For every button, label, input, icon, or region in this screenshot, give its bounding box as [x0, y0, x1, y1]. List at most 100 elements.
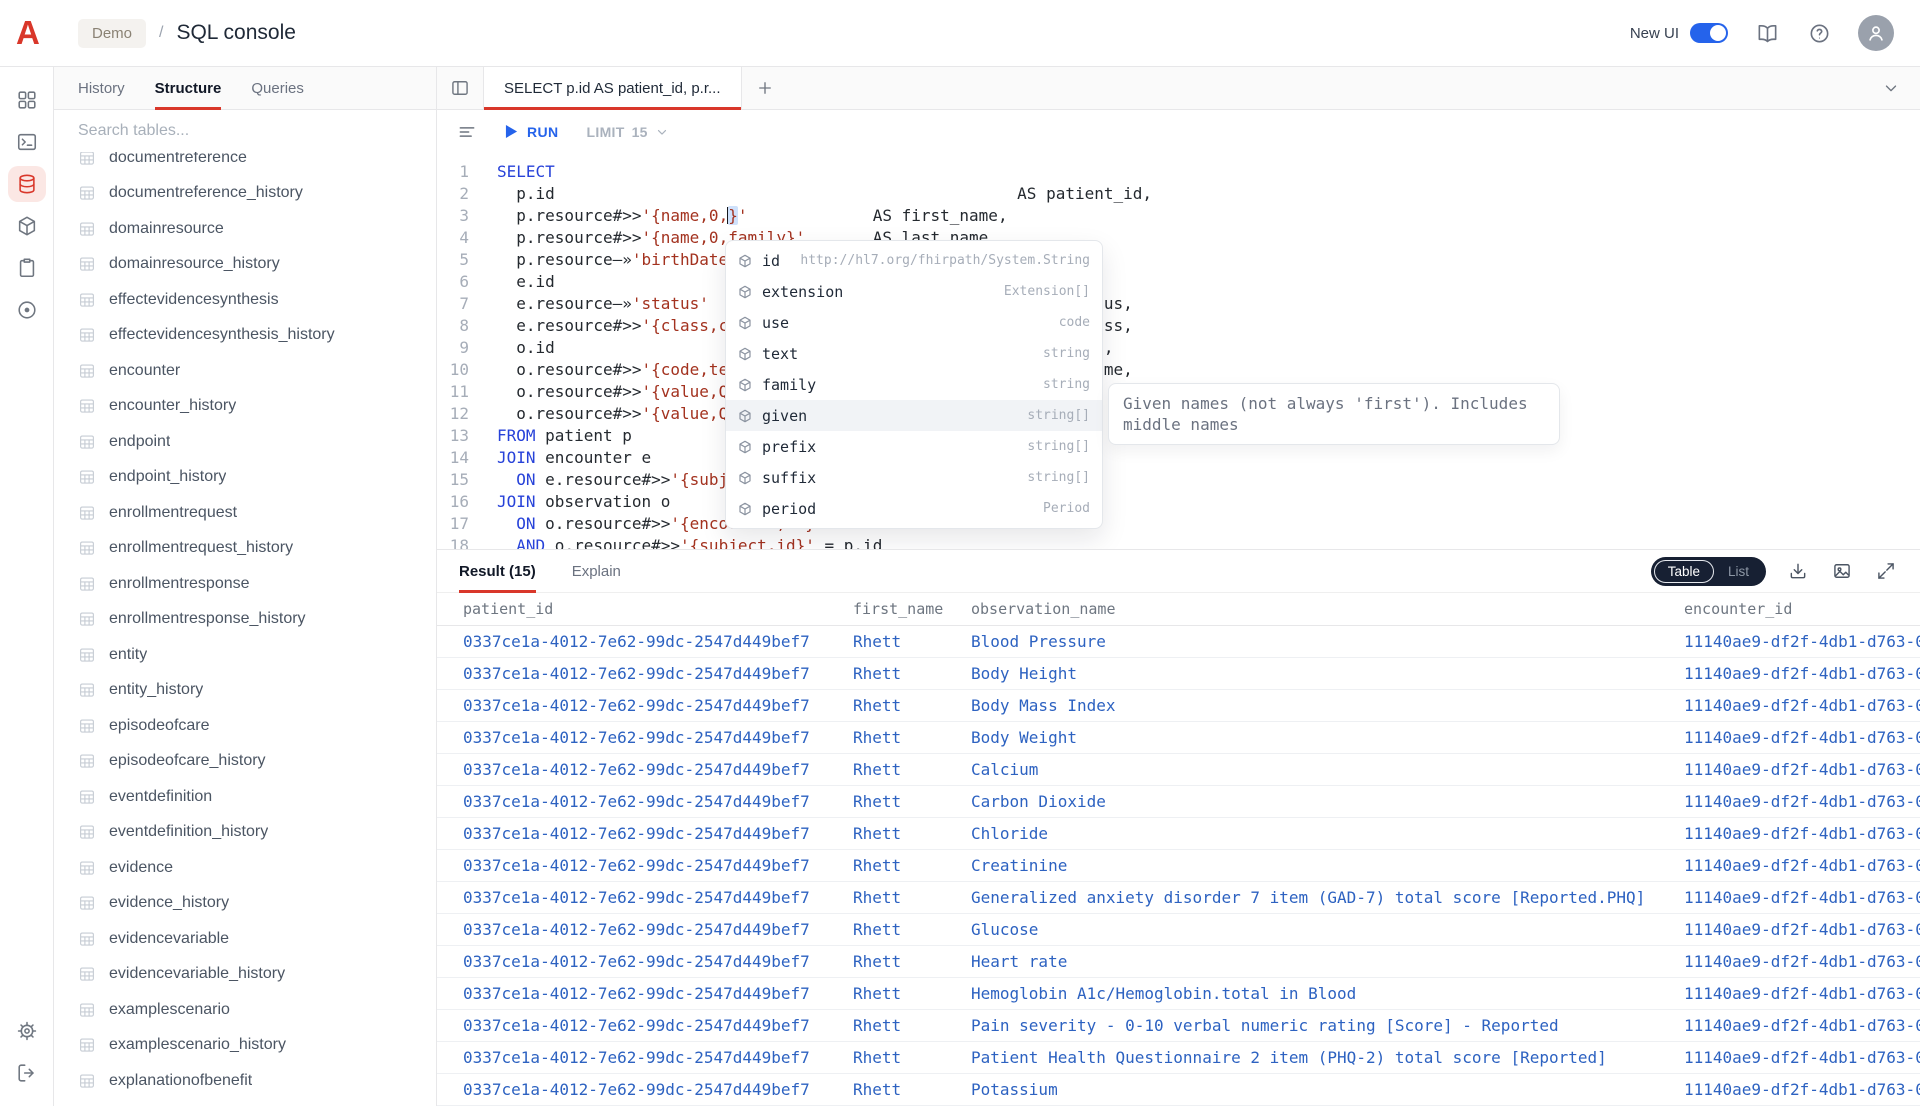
help-icon[interactable] — [1806, 20, 1832, 46]
result-cell[interactable]: 0337ce1a-4012-7e62-99dc-2547d449bef7 — [437, 1073, 853, 1105]
sql-console-icon[interactable] — [8, 166, 46, 202]
expand-results-icon[interactable] — [1874, 559, 1898, 583]
table-list-item[interactable]: evidence — [54, 850, 436, 886]
sidebar-tab-queries[interactable]: Queries — [251, 67, 304, 109]
result-cell[interactable]: Body Weight — [971, 721, 1684, 753]
format-sql-icon[interactable] — [457, 122, 477, 142]
result-cell[interactable]: 11140ae9-df2f-4db1-d763-0c — [1684, 817, 1920, 849]
result-cell[interactable]: Chloride — [971, 817, 1684, 849]
result-cell[interactable]: 11140ae9-df2f-4db1-d763-0c — [1684, 657, 1920, 689]
result-cell[interactable]: 0337ce1a-4012-7e62-99dc-2547d449bef7 — [437, 1009, 853, 1041]
dashboard-icon[interactable] — [8, 82, 46, 118]
result-cell[interactable]: 11140ae9-df2f-4db1-d763-0c — [1684, 753, 1920, 785]
resources-icon[interactable] — [8, 208, 46, 244]
sidebar-tab-history[interactable]: History — [78, 67, 125, 109]
result-cell[interactable]: Rhett — [853, 689, 971, 721]
table-list-toggle[interactable]: TableList — [1651, 557, 1766, 586]
query-tab[interactable]: SELECT p.id AS patient_id, p.r... — [483, 67, 742, 109]
result-cell[interactable]: Rhett — [853, 1009, 971, 1041]
result-cell[interactable]: 11140ae9-df2f-4db1-d763-0c — [1684, 1073, 1920, 1105]
result-cell[interactable]: 0337ce1a-4012-7e62-99dc-2547d449bef7 — [437, 913, 853, 945]
new-ui-toggle[interactable] — [1690, 23, 1728, 43]
result-cell[interactable]: Potassium — [971, 1073, 1684, 1105]
result-cell[interactable]: Rhett — [853, 1073, 971, 1105]
result-cell[interactable]: 11140ae9-df2f-4db1-d763-0c — [1684, 1041, 1920, 1073]
result-cell[interactable]: 0337ce1a-4012-7e62-99dc-2547d449bef7 — [437, 657, 853, 689]
user-avatar[interactable] — [1858, 15, 1894, 51]
result-cell[interactable]: 11140ae9-df2f-4db1-d763-0c — [1684, 689, 1920, 721]
result-cell[interactable]: Patient Health Questionnaire 2 item (PHQ… — [971, 1041, 1684, 1073]
table-list-item[interactable]: endpoint_history — [54, 460, 436, 496]
result-cell[interactable]: Rhett — [853, 753, 971, 785]
autocomplete-item[interactable]: extensionExtension[] — [726, 276, 1102, 307]
table-list-item[interactable]: domainresource — [54, 211, 436, 247]
table-list-item[interactable]: entity_history — [54, 673, 436, 709]
sql-editor[interactable]: 123456789101112131415161718 SELECT p.id … — [437, 153, 1920, 549]
table-list-item[interactable]: evidencevariable — [54, 921, 436, 957]
table-list-item[interactable]: endpoint — [54, 424, 436, 460]
view-toggle-table[interactable]: Table — [1654, 560, 1714, 583]
autocomplete-item[interactable]: usecode — [726, 307, 1102, 338]
result-cell[interactable]: 0337ce1a-4012-7e62-99dc-2547d449bef7 — [437, 945, 853, 977]
result-cell[interactable]: 0337ce1a-4012-7e62-99dc-2547d449bef7 — [437, 785, 853, 817]
result-cell[interactable]: Rhett — [853, 1041, 971, 1073]
result-cell[interactable]: Body Mass Index — [971, 689, 1684, 721]
expand-panel-icon[interactable] — [8, 1055, 46, 1091]
results-tab-result[interactable]: Result (15) — [459, 550, 536, 592]
table-list-item[interactable]: documentreference — [54, 152, 436, 176]
table-list-item[interactable]: encounter_history — [54, 389, 436, 425]
table-list-item[interactable]: documentreference_history — [54, 176, 436, 212]
result-cell[interactable]: 0337ce1a-4012-7e62-99dc-2547d449bef7 — [437, 753, 853, 785]
forms-icon[interactable] — [8, 250, 46, 286]
table-list-item[interactable]: enrollmentrequest — [54, 495, 436, 531]
autocomplete-item[interactable]: textstring — [726, 338, 1102, 369]
result-cell[interactable]: Rhett — [853, 785, 971, 817]
settings-gear-icon[interactable] — [8, 1013, 46, 1049]
table-list-item[interactable]: eventdefinition — [54, 779, 436, 815]
result-cell[interactable]: Rhett — [853, 913, 971, 945]
result-cell[interactable]: Rhett — [853, 849, 971, 881]
result-cell[interactable]: 11140ae9-df2f-4db1-d763-0c — [1684, 849, 1920, 881]
table-list-item[interactable]: evidencevariable_history — [54, 957, 436, 993]
table-list-item[interactable]: enrollmentrequest_history — [54, 531, 436, 567]
result-cell[interactable]: Rhett — [853, 817, 971, 849]
view-toggle-list[interactable]: List — [1714, 560, 1763, 583]
autocomplete-item[interactable]: givenstring[] — [726, 400, 1102, 431]
sidebar-tab-structure[interactable]: Structure — [155, 67, 222, 109]
autocomplete-item[interactable]: familystring — [726, 369, 1102, 400]
results-tab-explain[interactable]: Explain — [572, 550, 621, 592]
table-list-item[interactable]: eventdefinition_history — [54, 815, 436, 851]
download-icon[interactable] — [1786, 559, 1810, 583]
result-cell[interactable]: Body Height — [971, 657, 1684, 689]
result-cell[interactable]: 0337ce1a-4012-7e62-99dc-2547d449bef7 — [437, 817, 853, 849]
table-list-item[interactable]: effectevidencesynthesis — [54, 282, 436, 318]
result-cell[interactable]: 0337ce1a-4012-7e62-99dc-2547d449bef7 — [437, 977, 853, 1009]
table-list-item[interactable]: entity — [54, 637, 436, 673]
table-list-item[interactable]: examplescenario — [54, 992, 436, 1028]
search-tables-input[interactable] — [78, 122, 412, 140]
table-list-item[interactable]: encounter — [54, 353, 436, 389]
new-tab-plus-icon[interactable] — [742, 67, 788, 109]
result-cell[interactable]: 11140ae9-df2f-4db1-d763-0c — [1684, 721, 1920, 753]
editor-code[interactable]: SELECT p.id AS patient_id, p.resource#>>… — [477, 153, 1920, 549]
autocomplete-item[interactable]: idhttp://hl7.org/fhirpath/System.String — [726, 245, 1102, 276]
result-cell[interactable]: Glucose — [971, 913, 1684, 945]
result-cell[interactable]: Rhett — [853, 977, 971, 1009]
table-list-item[interactable]: effectevidencesynthesis_history — [54, 318, 436, 354]
result-cell[interactable]: Rhett — [853, 657, 971, 689]
result-cell[interactable]: 0337ce1a-4012-7e62-99dc-2547d449bef7 — [437, 721, 853, 753]
result-cell[interactable]: Blood Pressure — [971, 625, 1684, 657]
result-cell[interactable]: Carbon Dioxide — [971, 785, 1684, 817]
result-cell[interactable]: Heart rate — [971, 945, 1684, 977]
autocomplete-item[interactable]: suffixstring[] — [726, 462, 1102, 493]
table-list-item[interactable]: enrollmentresponse_history — [54, 602, 436, 638]
autocomplete-item[interactable]: prefixstring[] — [726, 431, 1102, 462]
result-cell[interactable]: Rhett — [853, 945, 971, 977]
result-cell[interactable]: Rhett — [853, 881, 971, 913]
rest-console-icon[interactable] — [8, 124, 46, 160]
result-cell[interactable]: Generalized anxiety disorder 7 item (GAD… — [971, 881, 1684, 913]
docs-book-icon[interactable] — [1754, 20, 1780, 46]
collapse-sidebar-icon[interactable] — [437, 67, 483, 109]
api-icon[interactable] — [8, 292, 46, 328]
limit-dropdown[interactable]: LIMIT 15 — [587, 124, 669, 140]
